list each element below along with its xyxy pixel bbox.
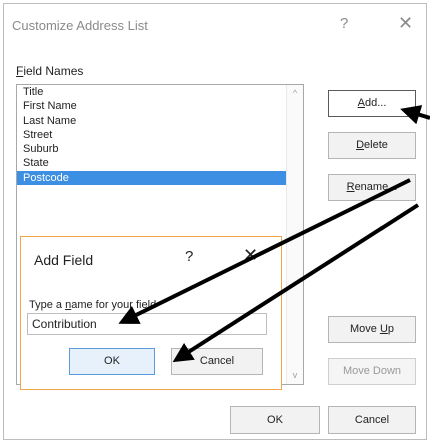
dialog-close-icon[interactable]: ✕	[243, 245, 258, 266]
move-up-pre: Move	[349, 323, 380, 335]
list-item[interactable]: State	[17, 156, 303, 170]
field-name-prompt: Type a name for your field	[29, 299, 156, 311]
dialog-help-icon[interactable]: ?	[185, 248, 193, 265]
delete-accel: D	[356, 139, 365, 151]
rename-label: ename...	[354, 181, 398, 193]
move-up-accel: U	[379, 323, 388, 335]
ok-button[interactable]: OK	[230, 406, 320, 434]
list-item[interactable]: Street	[17, 128, 303, 142]
move-up-button[interactable]: Move Up	[328, 316, 416, 343]
rename-accel: R	[346, 181, 355, 193]
field-names-label: Field Names	[16, 64, 83, 78]
field-name-input[interactable]	[27, 313, 267, 335]
move-up-rest: p	[387, 323, 395, 335]
add-field-dialog: Add Field ? ✕ Type a name for your field…	[20, 236, 282, 390]
prompt-pre: Type a	[29, 299, 66, 311]
field-names-label-rest: ield Names	[23, 64, 84, 78]
move-down-button[interactable]: Move Down	[328, 358, 416, 385]
prompt-rest: ame for your field	[71, 299, 157, 311]
dialog-title: Add Field	[34, 252, 94, 268]
scroll-down-icon[interactable]: v	[287, 370, 303, 380]
add-label: dd...	[364, 97, 387, 109]
help-icon[interactable]: ?	[340, 15, 348, 32]
scroll-up-icon[interactable]: ^	[287, 88, 303, 98]
cancel-button[interactable]: Cancel	[328, 406, 416, 434]
window-title: Customize Address List	[12, 18, 148, 33]
window-titlebar: Customize Address List ? ✕	[4, 4, 426, 42]
close-icon[interactable]: ✕	[398, 13, 413, 34]
delete-button[interactable]: Delete	[328, 132, 416, 159]
list-scrollbar[interactable]: ^ v	[286, 85, 303, 384]
delete-label: elete	[364, 139, 388, 151]
dialog-ok-button[interactable]: OK	[69, 348, 155, 375]
add-button[interactable]: Add...	[328, 90, 416, 117]
dialog-cancel-button[interactable]: Cancel	[171, 348, 263, 375]
list-item[interactable]: Suburb	[17, 142, 303, 156]
list-item[interactable]: Last Name	[17, 114, 303, 128]
list-item-selected[interactable]: Postcode	[17, 170, 299, 186]
list-item[interactable]: First Name	[17, 99, 303, 113]
add-accel: A	[357, 97, 365, 109]
rename-button[interactable]: Rename...	[328, 174, 416, 201]
list-item[interactable]: Title	[17, 85, 303, 99]
